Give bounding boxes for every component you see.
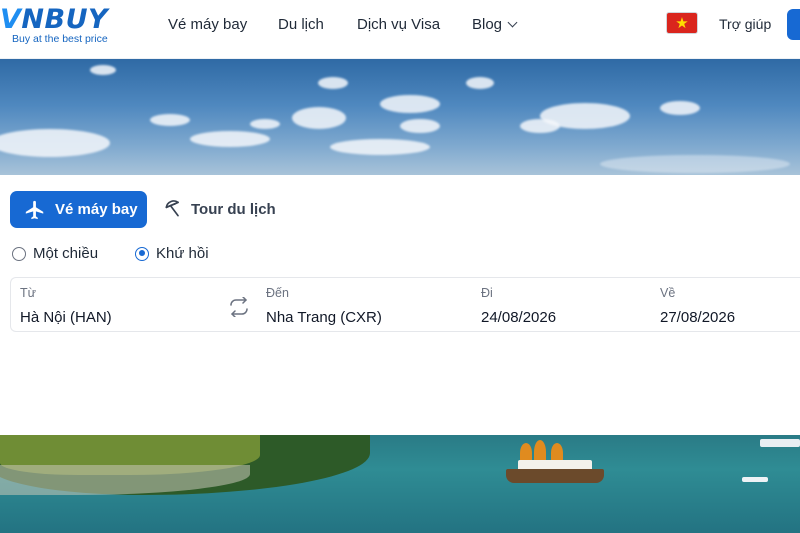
- trip-type-one-way-label: Một chiều: [33, 245, 99, 262]
- logo-letter-v: V: [0, 4, 22, 35]
- radio-round-trip[interactable]: [135, 246, 149, 261]
- vietnam-flag-icon[interactable]: ★: [666, 12, 698, 34]
- from-value: Hà Nội (HAN): [20, 309, 112, 326]
- nav-flights[interactable]: Vé máy bay: [168, 16, 247, 33]
- tab-flights[interactable]: Vé máy bay: [10, 191, 147, 228]
- radio-one-way[interactable]: [12, 246, 26, 261]
- beach-umbrella-icon: [165, 200, 179, 217]
- nav-travel[interactable]: Du lịch: [278, 16, 324, 33]
- trip-type-one-way[interactable]: Một chiều: [12, 245, 98, 262]
- tab-tours[interactable]: Tour du lịch: [163, 199, 276, 219]
- logo[interactable]: VNBUY Buy at the best price: [0, 4, 140, 48]
- site-header: VNBUY Buy at the best price Vé máy bay D…: [0, 0, 800, 59]
- to-value: Nha Trang (CXR): [266, 309, 382, 326]
- search-panel: Vé máy bay Tour du lịch Một chiều Khứ hồ…: [0, 175, 800, 435]
- logo-letters: NBUY: [21, 4, 109, 35]
- hero-sky-image: [0, 59, 800, 175]
- depart-date-field[interactable]: Đi 24/08/2026: [473, 278, 643, 333]
- tab-tours-label: Tour du lịch: [191, 200, 276, 218]
- header-cta-button[interactable]: [787, 9, 800, 40]
- from-label: Từ: [20, 286, 37, 300]
- return-value: 27/08/2026: [660, 309, 736, 326]
- nav-blog-label: Blog: [472, 16, 503, 33]
- help-link[interactable]: Trợ giúp: [719, 16, 771, 32]
- tab-flights-label: Vé máy bay: [55, 201, 138, 218]
- depart-label: Đi: [481, 286, 493, 300]
- logo-wordmark: VNBUY: [0, 4, 108, 35]
- nav-blog[interactable]: Blog: [472, 16, 518, 33]
- airplane-icon: [25, 200, 44, 219]
- logo-tagline: Buy at the best price: [12, 33, 108, 45]
- depart-value: 24/08/2026: [481, 309, 557, 326]
- swap-arrows-icon[interactable]: [227, 296, 251, 318]
- trip-type-round-trip-label: Khứ hồi: [156, 245, 209, 262]
- trip-type-round-trip[interactable]: Khứ hồi: [135, 245, 209, 262]
- to-label: Đến: [266, 286, 289, 300]
- flag-star: ★: [675, 14, 689, 32]
- nav-visa[interactable]: Dịch vụ Visa: [357, 16, 440, 33]
- bay-landscape-image: [0, 435, 800, 533]
- from-field[interactable]: Từ Hà Nội (HAN): [11, 278, 221, 333]
- chevron-down-icon: [507, 17, 518, 28]
- search-fields: Từ Hà Nội (HAN) Đến Nha Trang (CXR) Đi 2…: [10, 277, 800, 332]
- to-field[interactable]: Đến Nha Trang (CXR): [257, 278, 467, 333]
- return-label: Về: [660, 286, 676, 300]
- return-date-field[interactable]: Về 27/08/2026: [651, 278, 800, 333]
